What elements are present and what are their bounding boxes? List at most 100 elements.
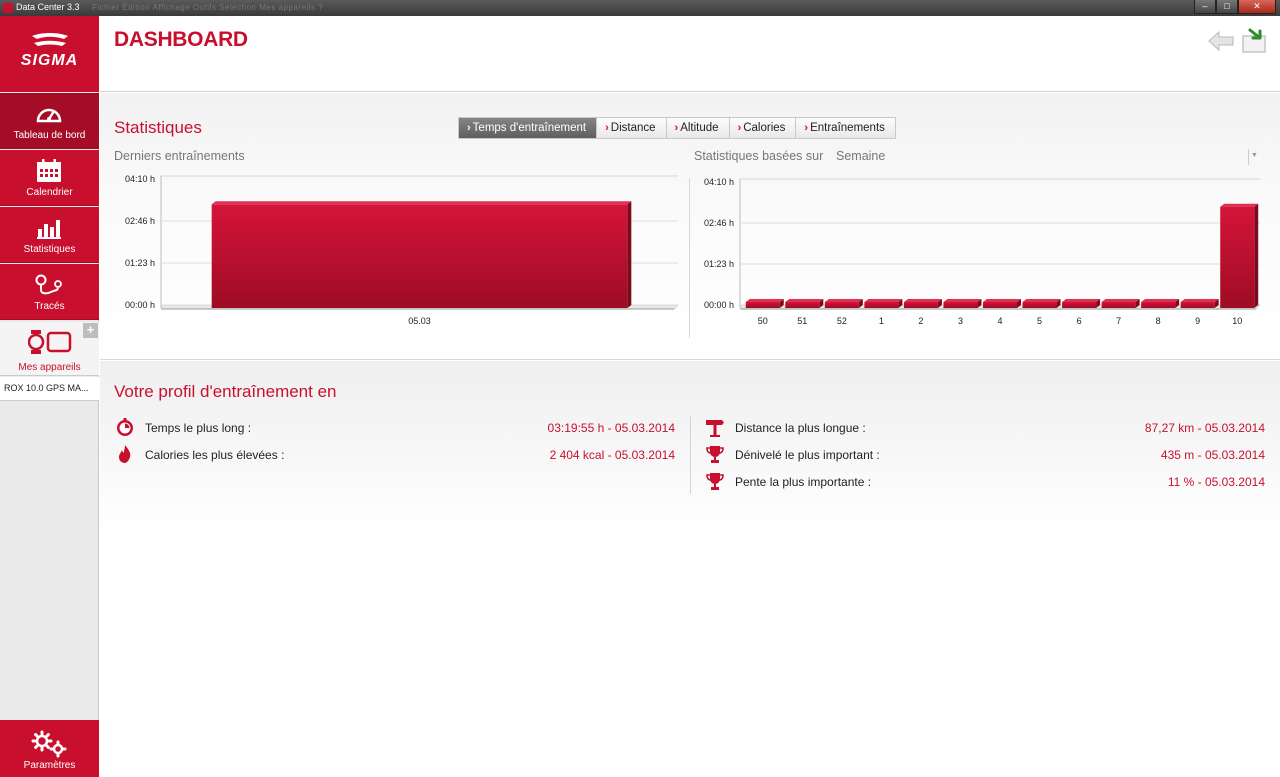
y-tick-label: 02:46 h [704,218,734,228]
training-profile-section: Votre profil d'entraînement en Temps le … [100,361,1280,531]
bar-top [903,299,942,302]
nav-statistics-label: Statistiques [23,244,76,255]
bar-side [627,201,632,308]
signpost-icon [706,420,724,437]
record-highest-calories-value: 2 404 kcal - 05.03.2014 [549,448,675,462]
maximize-button[interactable]: □ [1216,0,1238,14]
devices-icon [28,330,72,354]
my-devices[interactable]: Mes appareils + [0,322,99,376]
x-tick-label: 7 [1116,316,1121,326]
profile-divider [690,416,691,494]
menu-bar[interactable]: Fichier Édition Affichage Outils Sélecti… [92,3,323,12]
bar [1101,302,1136,308]
bar [903,302,938,308]
brand-name: SIGMA [20,52,79,69]
x-tick-label: 51 [797,316,807,326]
y-tick-label: 01:23 h [704,259,734,269]
x-tick-label: 9 [1195,316,1200,326]
bar [745,302,780,308]
record-longest-distance-value: 87,27 km - 05.03.2014 [1144,421,1265,435]
bar-top [1180,299,1219,302]
record-highest-elevation-value: 435 m - 05.03.2014 [1160,448,1265,462]
record-highest-calories-label: Calories les plus élevées : [145,448,285,462]
x-tick-label: 6 [1077,316,1082,326]
nav-dashboard-label: Tableau de bord [13,130,86,141]
record-longest-time-value: 03:19:55 h - 05.03.2014 [547,421,675,435]
nav-calendar[interactable]: Calendrier [0,150,99,206]
bar-side [1254,203,1259,308]
bar [943,302,978,308]
bar-top [864,299,903,302]
bar [824,302,859,308]
flame-icon [119,445,131,463]
bar [1022,302,1057,308]
nav-settings-label: Paramètres [23,760,76,771]
statistics-section: Statistiques › Temps d'entraînement › Dist… [100,93,1280,360]
bar-top [982,299,1022,302]
record-highest-elevation-label: Dénivelé le plus important : [735,448,880,462]
bar [982,302,1018,308]
x-tick-label: 50 [758,316,768,326]
nav-dashboard[interactable]: Tableau de bord [0,93,99,149]
x-tick-label: 52 [837,316,847,326]
x-tick-label: 5 [1037,316,1042,326]
nav-tracks[interactable]: Tracés [0,264,99,320]
speedometer-icon [36,108,62,123]
bar-top [1022,299,1061,302]
training-profile-title: Votre profil d'entraînement en [114,382,337,401]
bar [1220,206,1255,308]
export-icon[interactable] [1240,26,1268,54]
bar-top [1141,299,1180,302]
bar [864,302,899,308]
bar-top [1062,299,1101,302]
minimize-button[interactable]: – [1194,0,1216,14]
x-tick-label: 4 [997,316,1002,326]
record-highest-elevation: Dénivelé le plus important : 435 m - 05.… [705,444,1265,464]
bar-top [943,299,982,302]
x-tick-label: 05.03 [408,316,431,326]
gears-icon [31,730,67,758]
x-tick-label: 10 [1232,316,1242,326]
bar [1180,302,1215,308]
sigma-swoosh-icon [32,33,68,46]
device-list-item[interactable]: ROX 10.0 GPS MA... [0,377,99,401]
x-tick-label: 8 [1156,316,1161,326]
record-highest-calories: Calories les plus élevées : 2 404 kcal -… [115,444,675,464]
bar-chart-icon [37,220,61,239]
last-trainings-chart: 00:00 h 01:23 h 02:46 h 04:10 h 05.03 [125,174,679,326]
record-longest-time: Temps le plus long : 03:19:55 h - 05.03.… [115,417,675,437]
bar-top [211,201,632,205]
x-tick-label: 3 [958,316,963,326]
bar-top [1101,299,1140,302]
close-button[interactable]: ✕ [1238,0,1276,14]
y-tick-label: 04:10 h [125,174,155,184]
app-icon [3,3,13,13]
x-tick-label: 2 [918,316,923,326]
back-arrow-icon[interactable] [1207,29,1235,53]
trophy-icon [706,473,724,490]
y-tick-label: 00:00 h [125,300,155,310]
brand-logo: SIGMA [0,16,99,92]
y-tick-label: 00:00 h [704,300,734,310]
bar [1062,302,1097,308]
stopwatch-icon [117,418,133,436]
record-longest-distance-label: Distance la plus longue : [735,421,866,435]
y-tick-label: 02:46 h [125,216,155,226]
nav-settings[interactable]: Paramètres [0,720,99,777]
y-tick-label: 04:10 h [704,177,734,187]
window-titlebar: Data Center 3.3 Fichier Édition Affichag… [0,0,1280,16]
record-steepest-slope-label: Pente la plus importante : [735,475,872,489]
nav-tracks-label: Tracés [34,301,65,312]
bar-top [745,299,784,302]
nav-statistics[interactable]: Statistiques [0,207,99,263]
bar [211,204,628,308]
add-device-button[interactable]: + [83,323,98,338]
weekly-stats-chart: 00:00 h 01:23 h 02:46 h 04:10 h 50 51 52 1 2 3 4 5 6… [704,177,1261,326]
record-steepest-slope-value: 11 % - 05.03.2014 [1167,475,1265,489]
page-header: DASHBOARD [100,16,1280,92]
bar-top [824,299,863,302]
bar [1141,302,1176,308]
route-icon [35,274,62,295]
record-steepest-slope: Pente la plus importante : 11 % - 05.03.… [705,471,1265,491]
page-title: DASHBOARD [114,28,248,51]
